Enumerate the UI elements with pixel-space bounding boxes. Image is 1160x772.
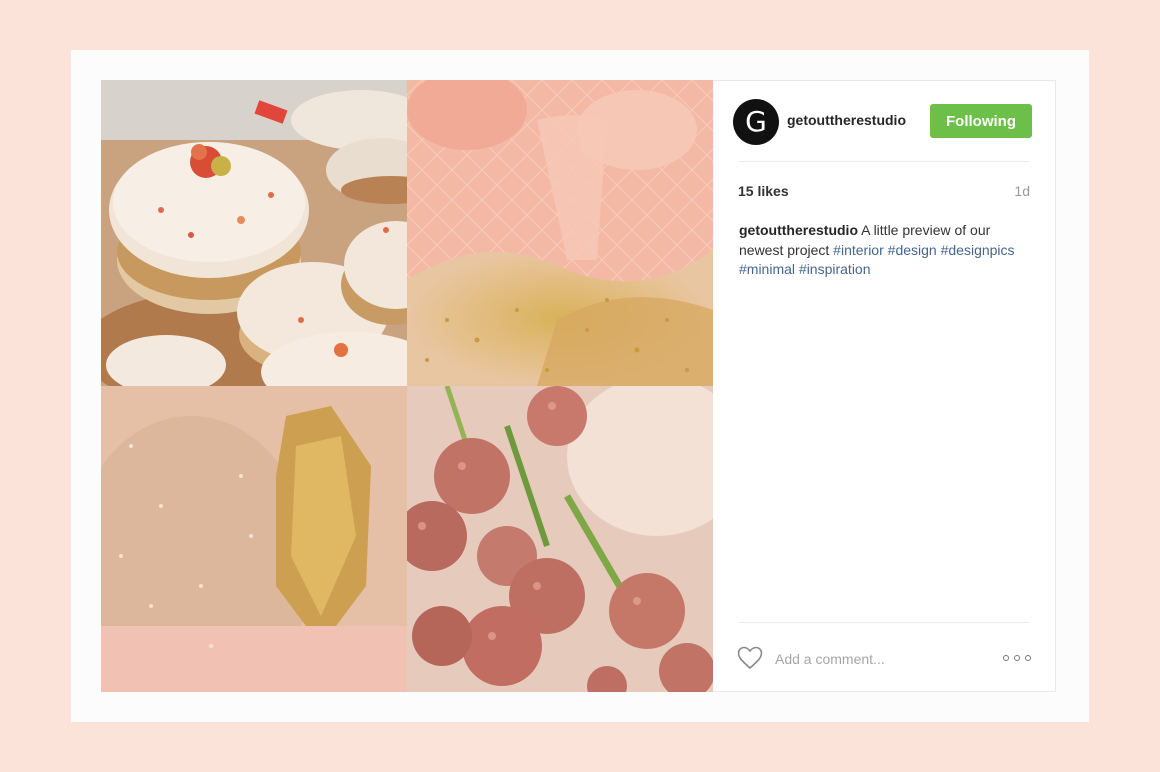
image-macarons[interactable] [101, 80, 407, 386]
following-button[interactable]: Following [930, 104, 1032, 138]
hashtag-design[interactable]: #design [888, 242, 937, 258]
header-divider [738, 161, 1030, 162]
footer-divider [738, 622, 1030, 623]
hashtag-designpics[interactable]: #designpics [941, 242, 1015, 258]
post-image-grid[interactable] [101, 80, 713, 692]
image-gold-glitter[interactable] [101, 386, 407, 692]
avatar[interactable]: G [733, 99, 779, 145]
pink-glitter-texture [407, 80, 713, 386]
pink-flowers-photo [407, 386, 713, 692]
svg-text:G: G [745, 105, 767, 138]
caption: getouttherestudio A little preview of ou… [739, 221, 1035, 280]
more-options-icon[interactable] [1003, 648, 1031, 668]
hashtag-minimal[interactable]: #minimal [739, 261, 795, 277]
macarons-photo [101, 80, 407, 386]
more-dot [1025, 655, 1031, 661]
comment-input[interactable] [773, 647, 977, 671]
more-dot [1014, 655, 1020, 661]
image-pink-glitter[interactable] [407, 80, 713, 386]
post-card: G getouttherestudio Following 15 likes 1… [71, 50, 1089, 722]
hashtag-interior[interactable]: #interior [833, 242, 884, 258]
hashtag-inspiration[interactable]: #inspiration [799, 261, 871, 277]
gold-glitter-texture [101, 386, 407, 692]
username[interactable]: getouttherestudio [787, 112, 906, 128]
post-time[interactable]: 1d [1014, 183, 1030, 199]
more-dot [1003, 655, 1009, 661]
likes-count[interactable]: 15 likes [738, 183, 789, 199]
image-pink-flowers[interactable] [407, 386, 713, 692]
caption-username[interactable]: getouttherestudio [739, 222, 858, 238]
post-details-panel: G getouttherestudio Following 15 likes 1… [713, 80, 1056, 692]
heart-icon[interactable] [737, 646, 763, 670]
avatar-logo: G [745, 105, 767, 138]
